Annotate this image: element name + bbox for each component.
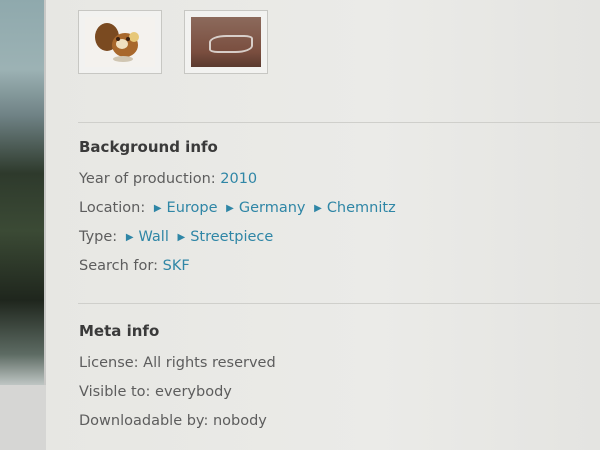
type-label: Type:	[79, 229, 118, 245]
type-wall-link[interactable]: Wall	[139, 229, 169, 245]
location-germany-link[interactable]: Germany	[239, 200, 306, 216]
graffiti-wall-image	[191, 17, 261, 67]
license-text: License: All rights reserved	[79, 355, 276, 371]
meta-info-section: Meta info License: All rights reserved V…	[79, 322, 276, 436]
section-divider	[78, 303, 600, 304]
year-label: Year of production:	[79, 171, 216, 187]
background-info-section: Background info Year of production: 2010…	[79, 138, 396, 281]
search-label: Search for:	[79, 258, 158, 274]
search-for-row: Search for: SKF	[79, 252, 396, 281]
location-label: Location:	[79, 200, 146, 216]
chevron-right-icon: ▶	[153, 203, 162, 214]
thumbnail-cartoon[interactable]	[78, 10, 162, 74]
background-info-heading: Background info	[79, 138, 218, 156]
visible-to-text: Visible to: everybody	[79, 384, 232, 400]
section-divider	[78, 122, 600, 123]
chevron-right-icon: ▶	[125, 232, 134, 243]
meta-info-heading: Meta info	[79, 322, 160, 340]
location-europe-link[interactable]: Europe	[167, 200, 218, 216]
location-chemnitz-link[interactable]: Chemnitz	[327, 200, 396, 216]
chevron-right-icon: ▶	[226, 203, 234, 214]
year-link[interactable]: 2010	[220, 171, 257, 187]
info-panel: Background info Year of production: 2010…	[46, 0, 600, 450]
chevron-right-icon: ▶	[177, 232, 186, 243]
main-photo-edge[interactable]	[0, 0, 46, 385]
type-row: Type: ▶ Wall ▶ Streetpiece	[79, 223, 396, 252]
chevron-right-icon: ▶	[314, 203, 322, 214]
downloadable-by-text: Downloadable by: nobody	[79, 413, 267, 429]
type-streetpiece-link[interactable]: Streetpiece	[190, 229, 273, 245]
location-row: Location: ▶ Europe ▶ Germany ▶ Chemnitz	[79, 194, 396, 223]
search-skf-link[interactable]: SKF	[163, 258, 190, 274]
cartoon-squirrel-image	[85, 17, 155, 67]
thumbnail-wall[interactable]	[184, 10, 268, 74]
year-of-production-row: Year of production: 2010	[79, 165, 396, 194]
